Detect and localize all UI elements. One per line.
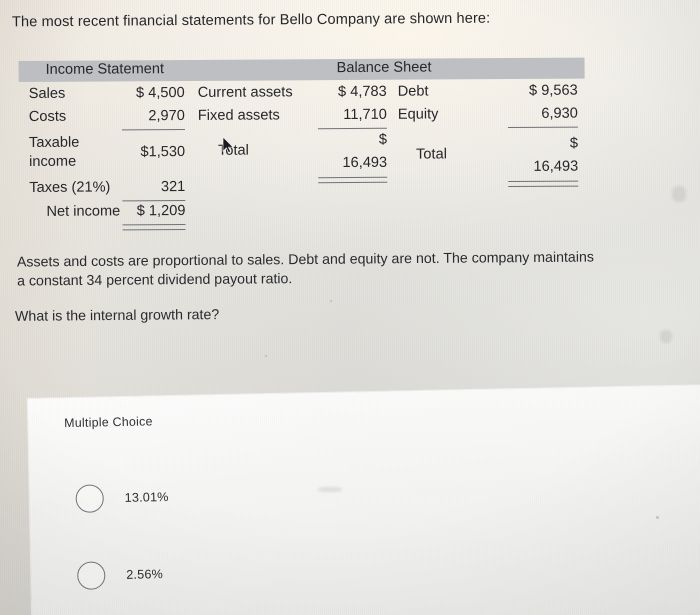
row-label-taxable-income-line2: income <box>29 153 77 170</box>
row-label-debt: Debt <box>397 83 429 100</box>
row-label-equity: Equity <box>397 106 439 123</box>
row-value-assets-total-amount: 16,493 <box>342 154 388 172</box>
rule-above-equity-total <box>507 126 578 129</box>
mouse-pointer-icon <box>222 136 235 154</box>
row-value-net-income: $ 1,209 <box>136 203 186 220</box>
row-label-fixed-assets: Fixed assets <box>197 107 280 124</box>
photo-speck <box>330 300 332 302</box>
row-value-equity-total-amount: 16,493 <box>533 158 579 175</box>
assumptions-paragraph: Assets and costs are proportional to sal… <box>16 249 595 290</box>
row-value-taxable-income: $1,530 <box>140 144 186 161</box>
income-statement-header: Income Statement <box>45 61 165 78</box>
financial-statements-table: Income Statement Balance Sheet Sales $ 4… <box>0 50 700 231</box>
row-value-current-assets: $ 4,783 <box>337 83 387 101</box>
row-value-fixed-assets: 11,710 <box>343 106 387 124</box>
balance-sheet-header: Balance Sheet <box>336 59 432 77</box>
rule-above-assets-total <box>317 127 387 130</box>
multiple-choice-label: Multiple Choice <box>64 414 153 431</box>
answer-option-1-label: 13.01% <box>124 490 169 505</box>
row-label-equity-total: Total <box>416 146 447 163</box>
row-label-sales: Sales <box>28 85 66 102</box>
answer-option-2-label: 2.56% <box>126 567 164 582</box>
double-rule-net-income <box>122 224 186 231</box>
rule-above-net-income <box>122 200 186 202</box>
row-value-sales: $ 4,500 <box>135 85 185 102</box>
double-rule-equity-total <box>508 180 579 188</box>
answer-panel: Multiple Choice 13.01% 2.56% <box>27 385 700 615</box>
row-value-equity: 6,930 <box>541 105 578 122</box>
photo-speck <box>656 516 659 519</box>
photo-smudge <box>672 186 686 202</box>
rule-above-taxable-income <box>121 129 185 131</box>
double-rule-assets-total <box>318 176 388 184</box>
screenshot-root: The most recent financial statements for… <box>0 0 700 615</box>
row-label-taxable-income-line1: Taxable <box>28 134 80 151</box>
photo-smudge <box>318 487 342 492</box>
row-value-costs: 2,970 <box>148 108 185 125</box>
row-value-assets-total-currency: $ <box>378 131 388 148</box>
row-value-taxes: 321 <box>160 179 186 196</box>
row-value-debt: $ 9,563 <box>528 82 578 99</box>
row-value-equity-total-currency: $ <box>569 135 579 152</box>
row-label-current-assets: Current assets <box>197 84 293 101</box>
photo-smudge <box>660 330 672 343</box>
photo-speck <box>265 355 267 357</box>
row-label-costs: Costs <box>28 108 67 125</box>
